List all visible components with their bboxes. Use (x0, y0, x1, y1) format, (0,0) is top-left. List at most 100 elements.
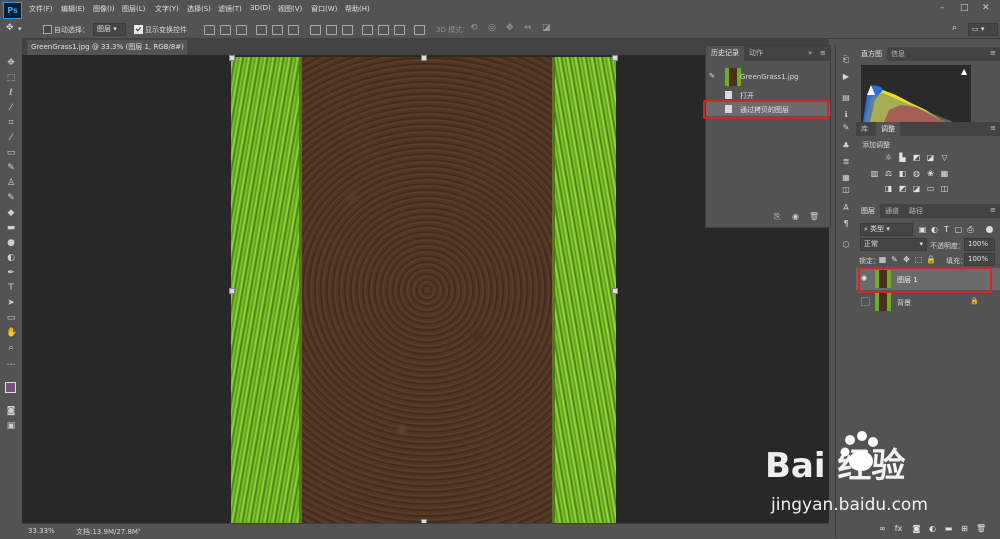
invert-icon[interactable]: ◨ (884, 184, 893, 193)
move-tool-icon[interactable]: ✥ (6, 58, 16, 68)
threshold-icon[interactable]: ◪ (912, 184, 921, 193)
distribute-right-icon[interactable] (394, 25, 405, 35)
menu-type[interactable]: 文字(Y) (155, 4, 179, 14)
search-icon[interactable]: ⌕ (952, 23, 957, 33)
tab-adjustments[interactable]: 调整 (876, 122, 900, 137)
paragraph-panel-icon[interactable]: ¶ (841, 219, 851, 229)
3d-rotate-icon[interactable]: ⟲ (470, 23, 478, 33)
lock-position-icon[interactable]: ✥ (902, 255, 911, 264)
transform-handle[interactable] (229, 55, 235, 61)
history-snapshot[interactable]: ✎ GreenGrass1.jpg (706, 66, 830, 88)
align-right-icon[interactable] (288, 25, 299, 35)
panel-menu-icon[interactable]: ≡ (820, 49, 826, 57)
curves-icon[interactable]: ◩ (912, 153, 921, 162)
eyedropper-tool-icon[interactable]: ⁄ (6, 133, 16, 143)
histogram-panel-icon[interactable]: ▤ (841, 93, 851, 103)
lock-pixels-icon[interactable]: ✎ (890, 255, 899, 264)
layer-style-icon[interactable]: fx (894, 524, 903, 533)
align-bottom-icon[interactable] (236, 25, 247, 35)
distribute-hcenter-icon[interactable] (378, 25, 389, 35)
tab-library[interactable]: 库 (856, 122, 873, 137)
chevron-down-icon[interactable]: ▾ (18, 25, 22, 33)
distribute-left-icon[interactable] (362, 25, 373, 35)
blur-tool-icon[interactable]: ● (6, 238, 16, 248)
actions-panel-icon[interactable]: ▶ (841, 72, 851, 82)
color-panel-icon[interactable]: ◫ (841, 185, 851, 195)
opacity-input[interactable]: 100% (964, 238, 995, 251)
tab-channels[interactable]: 通道 (880, 204, 904, 219)
align-left-icon[interactable] (256, 25, 267, 35)
3d-panel-icon[interactable]: ⬡ (841, 240, 851, 250)
new-layer-icon[interactable]: ⊞ (960, 524, 969, 533)
hue-saturation-icon[interactable]: ▥ (870, 169, 879, 178)
lock-artboard-icon[interactable]: ⬚ (914, 255, 923, 264)
healing-brush-icon[interactable]: ▭ (6, 148, 16, 158)
brightness-icon[interactable]: ☼ (884, 153, 893, 162)
menu-select[interactable]: 选择(S) (187, 4, 211, 14)
type-tool-icon[interactable]: T (6, 283, 16, 293)
lock-all-icon[interactable]: 🔒 (926, 255, 936, 264)
zoom-readout[interactable]: 33.33% (28, 527, 55, 535)
filter-adjust-icon[interactable]: ◐ (930, 225, 939, 234)
properties-panel-icon[interactable]: ✎ (841, 123, 851, 133)
distribute-bottom-icon[interactable] (342, 25, 353, 35)
maximize-icon[interactable]: □ (960, 3, 969, 13)
transform-handle[interactable] (229, 288, 235, 294)
brush-source-icon[interactable]: ✎ (709, 72, 715, 80)
gradient-tool-icon[interactable]: ▬ (6, 223, 16, 233)
delete-layer-icon[interactable]: 🗑 (976, 524, 986, 533)
quick-select-tool-icon[interactable]: ⁄ (6, 103, 16, 113)
zoom-tool-icon[interactable]: ⌕ (6, 343, 16, 353)
color-lookup-icon[interactable]: ▦ (940, 169, 949, 178)
filter-toggle[interactable] (986, 226, 993, 233)
brush-panel-icon[interactable]: ♣ (841, 141, 851, 151)
foreground-color-swatch[interactable] (5, 382, 16, 393)
3d-pan-icon[interactable]: ✥ (506, 23, 514, 33)
menu-file[interactable]: 文件(F) (29, 4, 53, 14)
menu-window[interactable]: 窗口(W) (311, 4, 337, 14)
tab-layers[interactable]: 图层 (856, 204, 880, 219)
styles-panel-icon[interactable]: ▦ (841, 173, 851, 183)
menu-filter[interactable]: 滤镜(T) (218, 4, 242, 14)
vibrance-icon[interactable]: ▽ (940, 153, 949, 162)
add-mask-icon[interactable]: ◙ (912, 524, 921, 533)
minimize-icon[interactable]: – (940, 3, 945, 13)
transform-handle[interactable] (612, 288, 618, 294)
new-group-icon[interactable]: ▬ (944, 524, 953, 533)
more-tools-icon[interactable]: … (6, 358, 16, 368)
layer-filter-dropdown[interactable]: ⌕ 类型 ▾ (860, 223, 913, 236)
color-balance-icon[interactable]: ⚖ (884, 169, 893, 178)
distribute-vcenter-icon[interactable] (326, 25, 337, 35)
auto-select-dropdown[interactable]: 图层 ▾ (93, 23, 126, 36)
menu-edit[interactable]: 编辑(E) (61, 4, 85, 14)
black-white-icon[interactable]: ◧ (898, 169, 907, 178)
distribute-top-icon[interactable] (310, 25, 321, 35)
auto-select-checkbox[interactable] (43, 25, 52, 34)
path-select-icon[interactable]: ➤ (6, 298, 16, 308)
panel-menu-icon[interactable]: ≡ (990, 124, 996, 132)
panel-menu-icon[interactable]: ≡ (990, 206, 996, 214)
clone-stamp-icon[interactable]: ♙ (6, 178, 16, 188)
3d-slide-icon[interactable]: ⇔ (524, 23, 532, 33)
tab-paths[interactable]: 路径 (904, 204, 928, 219)
character-panel-icon[interactable]: A (841, 203, 851, 213)
chevron-right-icon[interactable]: › (138, 526, 141, 534)
tab-actions[interactable]: 动作 (744, 46, 768, 61)
blend-mode-dropdown[interactable]: 正常 ▾ (860, 238, 927, 251)
marquee-tool-icon[interactable]: ⬚ (6, 73, 16, 83)
align-vcenter-icon[interactable] (220, 25, 231, 35)
layer-name[interactable]: 背景 (897, 298, 911, 308)
layer-row[interactable]: 背景 🔒 (856, 291, 1000, 313)
warning-icon[interactable]: ▲ (961, 67, 967, 76)
history-brush-icon[interactable]: ✎ (6, 193, 16, 203)
filter-type-icon[interactable]: T (942, 225, 951, 234)
lasso-tool-icon[interactable]: ℓ (6, 88, 16, 98)
crop-tool-icon[interactable]: ⌗ (6, 118, 16, 128)
channel-mixer-icon[interactable]: ❀ (926, 169, 935, 178)
show-transform-checkbox[interactable] (134, 25, 143, 34)
3d-roll-icon[interactable]: ◎ (488, 23, 496, 33)
new-adjustment-icon[interactable]: ◐ (928, 524, 937, 533)
menu-help[interactable]: 帮助(H) (345, 4, 370, 14)
document-tab[interactable]: GreenGrass1.jpg @ 33.3% (图层 1, RGB/8#) *… (27, 40, 187, 66)
filter-pixel-icon[interactable]: ▣ (918, 225, 927, 234)
